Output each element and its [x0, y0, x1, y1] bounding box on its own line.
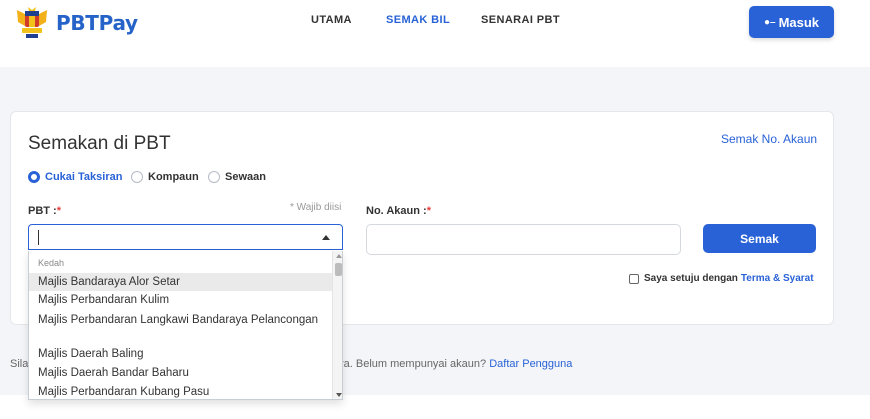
- dropdown-option[interactable]: Majlis Perbandaran Langkawi Bandaraya Pe…: [29, 310, 333, 344]
- dropdown-option[interactable]: Majlis Daerah Bandar Baharu: [29, 364, 333, 382]
- required-mark: *: [426, 205, 431, 217]
- terms-checkbox[interactable]: [629, 273, 639, 284]
- agree-text: Saya setuju dengan: [644, 273, 738, 284]
- card-title: Semakan di PBT: [28, 133, 171, 154]
- brand-name: PBTPay: [56, 11, 138, 35]
- dropdown-option[interactable]: Majlis Bandaraya Alor Setar: [29, 273, 333, 291]
- dropdown-option[interactable]: Majlis Perbandaran Kubang Pasu: [29, 383, 333, 399]
- pbt-label-text: PBT :: [28, 205, 57, 217]
- dropdown-option[interactable]: Majlis Perbandaran Kulim: [29, 291, 333, 309]
- radio-unchecked-icon: [208, 171, 220, 183]
- dropdown-option[interactable]: Majlis Daerah Baling: [29, 345, 333, 363]
- dropdown-group-label: Kedah: [38, 258, 65, 268]
- radio-kompaun[interactable]: Kompaun: [131, 171, 199, 183]
- radio-label-cukai-taksiran: Cukai Taksiran: [45, 171, 123, 183]
- chevron-up-icon: [322, 235, 330, 240]
- brand-logo[interactable]: PBTPay: [14, 6, 138, 40]
- terms-agreement: Saya setuju dengan Terma & Syarat: [629, 273, 814, 284]
- crest-icon: [17, 7, 47, 38]
- radio-checked-icon: [28, 171, 40, 183]
- terms-link[interactable]: Terma & Syarat: [741, 273, 814, 284]
- semak-button[interactable]: Semak: [703, 224, 816, 253]
- radio-cukai-taksiran[interactable]: Cukai Taksiran: [28, 171, 122, 183]
- info-text-start: Sila: [10, 358, 29, 370]
- radio-label-kompaun: Kompaun: [148, 171, 199, 183]
- radio-unchecked-icon: [131, 171, 143, 183]
- akaun-label-text: No. Akaun :: [366, 205, 427, 217]
- nav-utama[interactable]: UTAMA: [311, 14, 352, 26]
- daftar-pengguna-link[interactable]: Daftar Pengguna: [489, 358, 572, 370]
- nav-semak-bil[interactable]: SEMAK BIL: [386, 14, 450, 26]
- required-mark: *: [56, 205, 62, 217]
- required-note: * Wajib diisi: [290, 202, 342, 213]
- key-icon: ●–: [763, 16, 776, 28]
- akaun-input[interactable]: [366, 224, 681, 255]
- scroll-down-icon[interactable]: [336, 393, 342, 397]
- semak-no-akaun-link[interactable]: Semak No. Akaun: [721, 132, 817, 146]
- nav-senarai-pbt[interactable]: SENARAI PBT: [481, 14, 560, 26]
- dropdown-scrollbar[interactable]: [332, 251, 342, 399]
- akaun-label: No. Akaun :*: [366, 205, 431, 217]
- text-cursor: [38, 230, 39, 245]
- info-text-body: tnya. Belum mempunyai akaun?: [329, 358, 487, 370]
- pbt-label: PBT :*: [28, 205, 61, 217]
- scrollbar-thumb[interactable]: [335, 263, 342, 276]
- radio-label-sewaan: Sewaan: [225, 171, 266, 183]
- info-text: tnya. Belum mempunyai akaun? Daftar Peng…: [329, 358, 572, 370]
- login-button[interactable]: ●– Masuk: [749, 6, 834, 38]
- top-navbar: PBTPay UTAMA SEMAK BIL SENARAI PBT ●– Ma…: [0, 0, 870, 64]
- radio-sewaan[interactable]: Sewaan: [208, 171, 266, 183]
- pbt-dropdown-list: Kedah Majlis Bandaraya Alor Setar Majlis…: [28, 251, 343, 400]
- login-button-label: Masuk: [778, 14, 820, 30]
- pbt-select[interactable]: [28, 224, 343, 250]
- scroll-up-icon[interactable]: [336, 254, 342, 258]
